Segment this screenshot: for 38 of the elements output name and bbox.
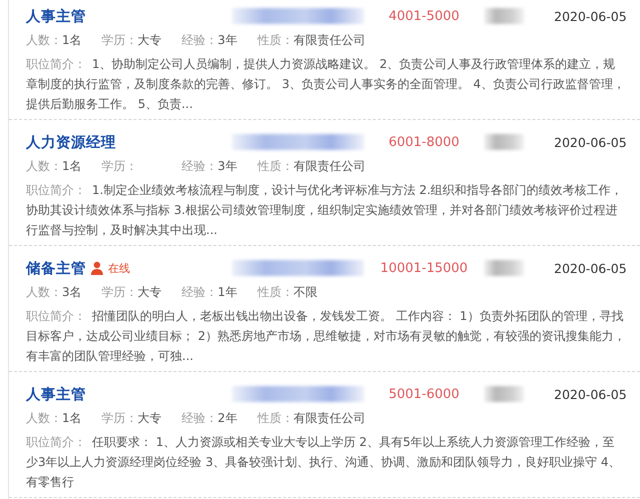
job-attribute: 人数：3名: [26, 284, 82, 301]
salary: 4001-5000: [388, 8, 460, 24]
blurred-location: [484, 134, 524, 150]
salary: 6001-8000: [388, 134, 460, 150]
job-description: 职位简介： 招懂团队的明白人，老板出钱出物出设备，发钱发工资。 工作内容： 1）负责外拓团队的管理，寻找目标客户，达成公司业绩目标； 2）熟悉房地产市场，思维敏捷，对市场有灵敏的触觉，有较强的资讯搜集能力，有丰富的团队管理经验，可独...: [26, 308, 626, 365]
blurred-location: [484, 386, 524, 402]
salary: 10001-15000: [379, 260, 469, 276]
job-title[interactable]: 人力资源经理: [26, 132, 116, 152]
job-title[interactable]: 储备主管: [26, 258, 86, 278]
job-description: 职位简介： 任职要求： 1、人力资源或相关专业大专以上学历 2、具有5年以上系统人力资源管理工作经验，至少3年以上人力资源经理岗位经验 3、具备较强计划、执行、沟通、协调、激励和团队领导力，良好职业操守 4、有零售行: [26, 434, 622, 491]
job-title[interactable]: 人事主管: [26, 6, 86, 26]
job-attribute: 学历：大专: [102, 410, 162, 427]
post-date: 2020-06-05: [554, 8, 627, 24]
blurred-location: [484, 260, 524, 276]
job-attribute: 经验：3年: [182, 158, 238, 175]
person-icon: [90, 261, 104, 275]
job-title[interactable]: 人事主管: [26, 384, 86, 404]
job-description: 职位简介： 1、协助制定公司人员编制，提供人力资源战略建议。 2、负责公司人事及行政管理体系的建立，规章制度的执行监管，及制度条款的完善、修订。 3、负责公司人事实务的全面管理。 4、负责公司行政监督管理，提供后勤服务工作。 5、负责...: [26, 56, 626, 113]
job-attribute: 性质：有限责任公司: [257, 410, 366, 427]
job-attribute: 性质：不限: [257, 284, 318, 301]
job-attribute: 经验：1年: [182, 284, 238, 301]
job-attribute: 性质：有限责任公司: [257, 158, 366, 175]
job-attribute: 人数：1名: [26, 32, 82, 49]
job-attribute: 学历：大专: [102, 284, 162, 301]
post-date: 2020-06-05: [554, 386, 627, 402]
job-attribute: 学历：: [102, 158, 139, 175]
job-attribute: 经验：3年: [182, 32, 238, 49]
job-attribute: 性质：有限责任公司: [257, 32, 366, 49]
job-attribute: 人数：1名: [26, 158, 82, 175]
job-attribute: 人数：1名: [26, 410, 82, 427]
job-description: 职位简介： 1.制定企业绩效考核流程与制度，设计与优化考评标准与方法 2.组织和指导各部门的绩效考核工作，协助其设计绩效体系与指标 3.根据公司绩效管理制度，组织制定实施绩效管理，并对各部门绩效考核评价过程进行监督与控制，及时解决其中出现...: [26, 182, 624, 239]
post-date: 2020-06-05: [554, 134, 627, 150]
job-attribute: 学历：大专: [102, 32, 162, 49]
post-date: 2020-06-05: [554, 260, 627, 276]
job-attribute: 经验：2年: [182, 410, 238, 427]
online-status: 在线: [108, 260, 130, 276]
blurred-location: [484, 8, 524, 24]
salary: 5001-6000: [388, 386, 460, 402]
